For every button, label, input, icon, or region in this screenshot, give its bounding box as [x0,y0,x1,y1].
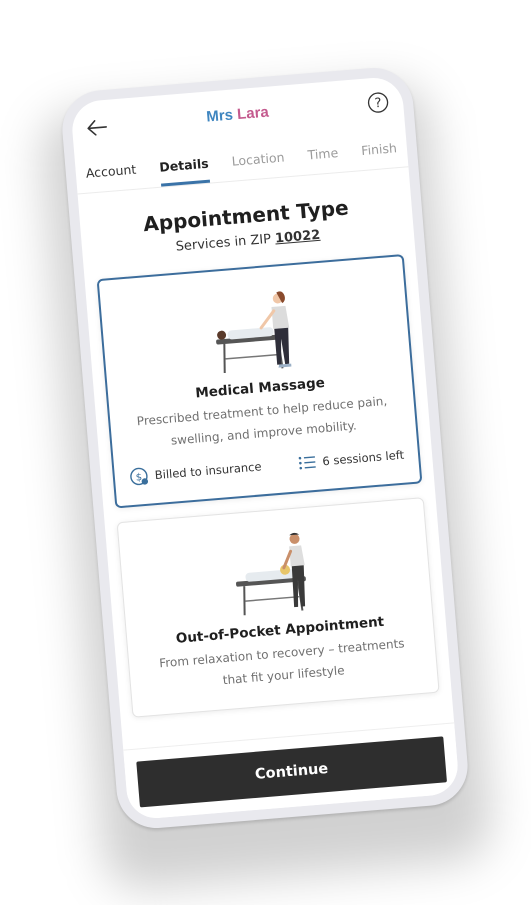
tab-details[interactable]: Details [158,144,211,187]
brand-logo: Mrs Lara [71,93,403,137]
billing-text: Billed to insurance [154,459,263,483]
brand-second: Lara [236,103,270,124]
subtitle-prefix: Services in ZIP [175,231,272,255]
tab-label: Details [158,155,210,175]
medical-massage-card[interactable]: Medical Massage Prescribed treatment to … [96,253,423,509]
billing-info: $ Billed to insurance [128,456,262,487]
sessions-info: 6 sessions left [298,447,405,472]
tab-finish[interactable]: Finish [360,128,399,170]
svg-text:?: ? [374,96,382,112]
question-circle-icon[interactable]: ? [366,91,390,115]
tab-account[interactable]: Account [84,150,138,193]
app-screen: Mrs Lara ? Account Details Location Time… [70,75,460,821]
main-content: Appointment Type Services in ZIP 10022 M… [78,168,455,750]
tab-label: Finish [360,140,398,159]
massage-table-illustration [216,291,292,374]
stage: Mrs Lara ? Account Details Location Time… [0,0,531,905]
zip-link[interactable]: 10022 [274,228,320,247]
phone-frame: Mrs Lara ? Account Details Location Time… [59,64,471,832]
continue-button[interactable]: Continue [136,736,447,808]
out-of-pocket-card[interactable]: Out-of-Pocket Appointment From relaxatio… [116,497,440,718]
svg-text:$: $ [135,472,142,483]
tab-location[interactable]: Location [230,137,286,180]
tab-label: Location [231,149,286,169]
tab-label: Account [85,161,137,181]
sessions-text: 6 sessions left [321,447,405,469]
insurance-dollar-icon: $ [130,467,149,486]
list-icon [298,456,316,470]
tab-label: Time [307,145,339,163]
brand-first: Mrs [205,106,234,126]
tab-time[interactable]: Time [306,133,340,174]
massage-therapist-illustration [236,532,306,616]
